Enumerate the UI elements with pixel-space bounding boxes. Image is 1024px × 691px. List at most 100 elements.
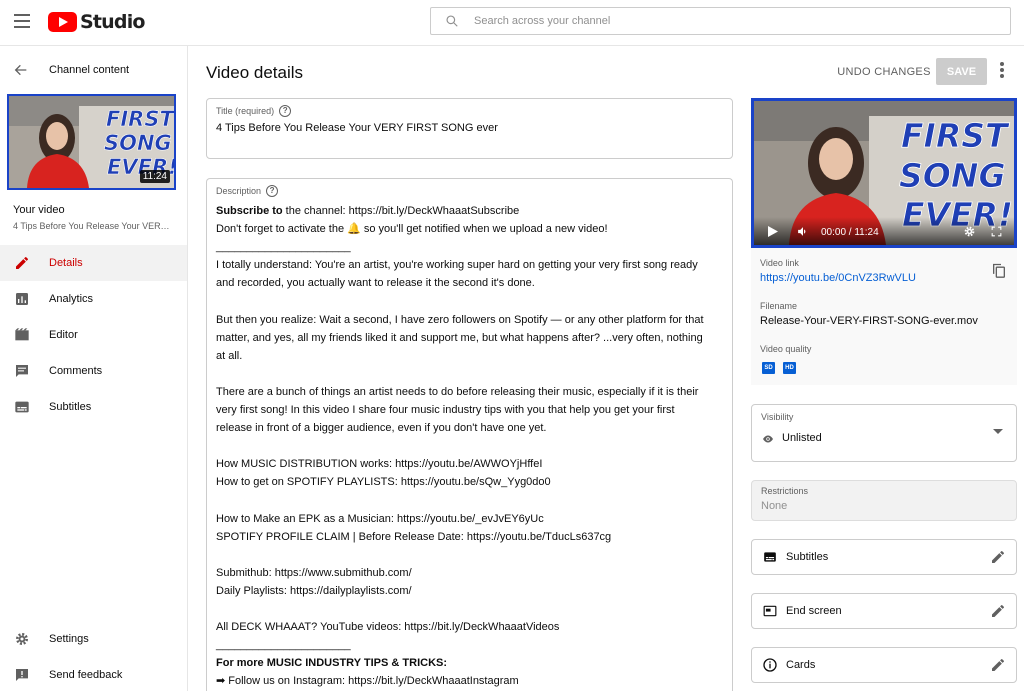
duration-badge: 11:24 xyxy=(139,170,170,183)
pencil-icon[interactable] xyxy=(990,657,1006,673)
description-line-text: very first song! In this video I share f… xyxy=(216,404,675,417)
cards-card[interactable]: Cards xyxy=(751,647,1017,683)
back-to-channel-content[interactable]: Channel content xyxy=(0,60,188,80)
hd-badge: HD xyxy=(783,362,796,374)
description-line-text: ➡ Follow us on Instagram: https://bit.ly… xyxy=(216,675,519,688)
sidebar-item-comments[interactable]: Comments xyxy=(0,353,187,389)
description-line: very first song! In this video I share f… xyxy=(216,401,726,419)
description-line-text: But then you realize: Wait a second, I h… xyxy=(216,313,704,326)
sidebar-item-send-feedback[interactable]: Send feedback xyxy=(0,657,187,691)
player-time: 00:00 / 11:24 xyxy=(821,227,879,238)
sidebar-item-settings[interactable]: Settings xyxy=(0,621,187,657)
description-line: matter, and yes, all my friends liked it… xyxy=(216,329,726,347)
description-line-text: How to Make an EPK as a Musician: https:… xyxy=(216,512,544,525)
sidebar-item-label: Analytics xyxy=(49,293,94,305)
save-button[interactable]: SAVE xyxy=(936,58,987,85)
description-line-text: matter, and yes, all my friends liked it… xyxy=(216,331,703,344)
play-icon[interactable] xyxy=(768,226,778,237)
help-icon[interactable]: ? xyxy=(279,105,292,117)
description-line-text: at all. xyxy=(216,349,243,362)
volume-icon[interactable] xyxy=(796,225,810,238)
description-line xyxy=(216,546,726,564)
description-line: All DECK WHAAAT? YouTube videos: https:/… xyxy=(216,618,726,636)
description-field[interactable]: Description ? Subscribe to the channel: … xyxy=(206,178,733,691)
studio-logo[interactable]: Studio xyxy=(48,11,145,33)
description-line: at all. xyxy=(216,347,726,365)
eye-icon xyxy=(763,435,773,443)
description-line: SPOTIFY PROFILE CLAIM | Before Release D… xyxy=(216,528,726,546)
description-line-text: and recorded, you actually want to relea… xyxy=(216,277,535,290)
gear-icon xyxy=(14,631,30,647)
subtitles-card[interactable]: Subtitles xyxy=(751,539,1017,575)
copy-icon[interactable] xyxy=(991,262,1007,279)
sidebar-item-details[interactable]: Details xyxy=(0,245,187,281)
back-arrow-icon xyxy=(14,64,27,76)
visibility-select[interactable]: Visibility Unlisted xyxy=(751,404,1017,462)
description-line xyxy=(216,292,726,310)
end-screen-card[interactable]: End screen xyxy=(751,593,1017,629)
video-preview-player[interactable]: FIRST SONG EVER! 00:00 / 11:24 xyxy=(751,98,1017,248)
restrictions-field: Restrictions None xyxy=(751,480,1017,521)
description-line: For more MUSIC INDUSTRY TIPS & TRICKS: xyxy=(216,654,726,672)
video-link[interactable]: https://youtu.be/0CnVZ3RwVLU xyxy=(760,272,916,284)
fullscreen-icon[interactable] xyxy=(990,225,1003,238)
restrictions-label: Restrictions xyxy=(761,486,809,496)
description-line: Daily Playlists: https://dailyplaylists.… xyxy=(216,582,726,600)
description-line-text: How MUSIC DISTRIBUTION works: https://yo… xyxy=(216,458,543,471)
sd-badge: SD xyxy=(762,362,775,374)
editor-icon xyxy=(14,327,30,343)
description-line: How to Make an EPK as a Musician: https:… xyxy=(216,510,726,528)
title-field[interactable]: Title (required) ? 4 Tips Before You Rel… xyxy=(206,98,733,159)
description-line xyxy=(216,492,726,510)
menu-icon[interactable] xyxy=(14,14,30,28)
description-line: and recorded, you actually want to relea… xyxy=(216,274,726,292)
description-line: Submithub: https://www.submithub.com/ xyxy=(216,564,726,582)
page-title: Video details xyxy=(206,63,304,82)
gear-icon[interactable] xyxy=(963,225,976,238)
description-line-text: ______________________ xyxy=(216,639,351,652)
description-line: release in front of a bigger audience, e… xyxy=(216,419,726,437)
card-label: End screen xyxy=(786,605,842,617)
description-field-label: Description ? xyxy=(216,185,279,197)
title-input[interactable]: 4 Tips Before You Release Your VERY FIRS… xyxy=(216,122,498,134)
description-line-text: I totally understand: You're an artist, … xyxy=(216,259,698,272)
description-line-text: Daily Playlists: https://dailyplaylists.… xyxy=(216,584,412,597)
description-line: ______________________ xyxy=(216,238,726,256)
feedback-icon xyxy=(14,667,30,683)
description-line: How to get on SPOTIFY PLAYLISTS: https:/… xyxy=(216,473,726,491)
player-controls: 00:00 / 11:24 xyxy=(754,217,1014,245)
subtitles-icon xyxy=(762,549,778,565)
description-textarea[interactable]: Subscribe to the channel: https://bit.ly… xyxy=(216,202,726,691)
svg-text:SONG: SONG xyxy=(899,156,1006,195)
description-line: I totally understand: You're an artist, … xyxy=(216,256,726,274)
sidebar-item-subtitles[interactable]: Subtitles xyxy=(0,389,187,425)
search-icon xyxy=(446,15,458,27)
pencil-icon[interactable] xyxy=(990,603,1006,619)
sidebar-bottom: Settings Send feedback xyxy=(0,621,187,691)
description-line-text: How to get on SPOTIFY PLAYLISTS: https:/… xyxy=(216,476,551,489)
svg-text:SONG: SONG xyxy=(104,131,172,155)
analytics-icon xyxy=(14,291,30,307)
description-line-bold: For more MUSIC INDUSTRY TIPS & TRICKS: xyxy=(216,657,448,670)
search-placeholder: Search across your channel xyxy=(474,15,611,27)
undo-changes-button[interactable]: UNDO CHANGES xyxy=(836,60,932,84)
description-line-text: All DECK WHAAAT? YouTube videos: https:/… xyxy=(216,621,560,634)
pencil-icon xyxy=(14,255,30,271)
your-video-subtitle: 4 Tips Before You Release Your VERY FIRS… xyxy=(13,221,173,231)
sidebar-item-editor[interactable]: Editor xyxy=(0,317,187,353)
restrictions-value: None xyxy=(761,500,788,512)
pencil-icon[interactable] xyxy=(990,549,1006,565)
description-line: ➡ Follow us on Instagram: https://bit.ly… xyxy=(216,672,726,690)
sidebar-video-thumbnail[interactable]: FIRST SONG EVER! 11:24 xyxy=(7,94,176,190)
description-line-text: SPOTIFY PROFILE CLAIM | Before Release D… xyxy=(216,530,612,543)
search-input[interactable]: Search across your channel xyxy=(430,7,1011,35)
description-line: But then you realize: Wait a second, I h… xyxy=(216,311,726,329)
youtube-play-icon xyxy=(48,12,77,32)
more-options-icon[interactable] xyxy=(999,62,1005,80)
svg-text:FIRST: FIRST xyxy=(901,116,1010,155)
sidebar-nav: Details Analytics Editor Comments Subtit… xyxy=(0,245,187,425)
help-icon[interactable]: ? xyxy=(266,185,279,197)
video-info-panel: Video link https://youtu.be/0CnVZ3RwVLU … xyxy=(751,248,1017,385)
description-line-text: the channel: https://bit.ly/DeckWhaaatSu… xyxy=(282,205,520,217)
sidebar-item-analytics[interactable]: Analytics xyxy=(0,281,187,317)
